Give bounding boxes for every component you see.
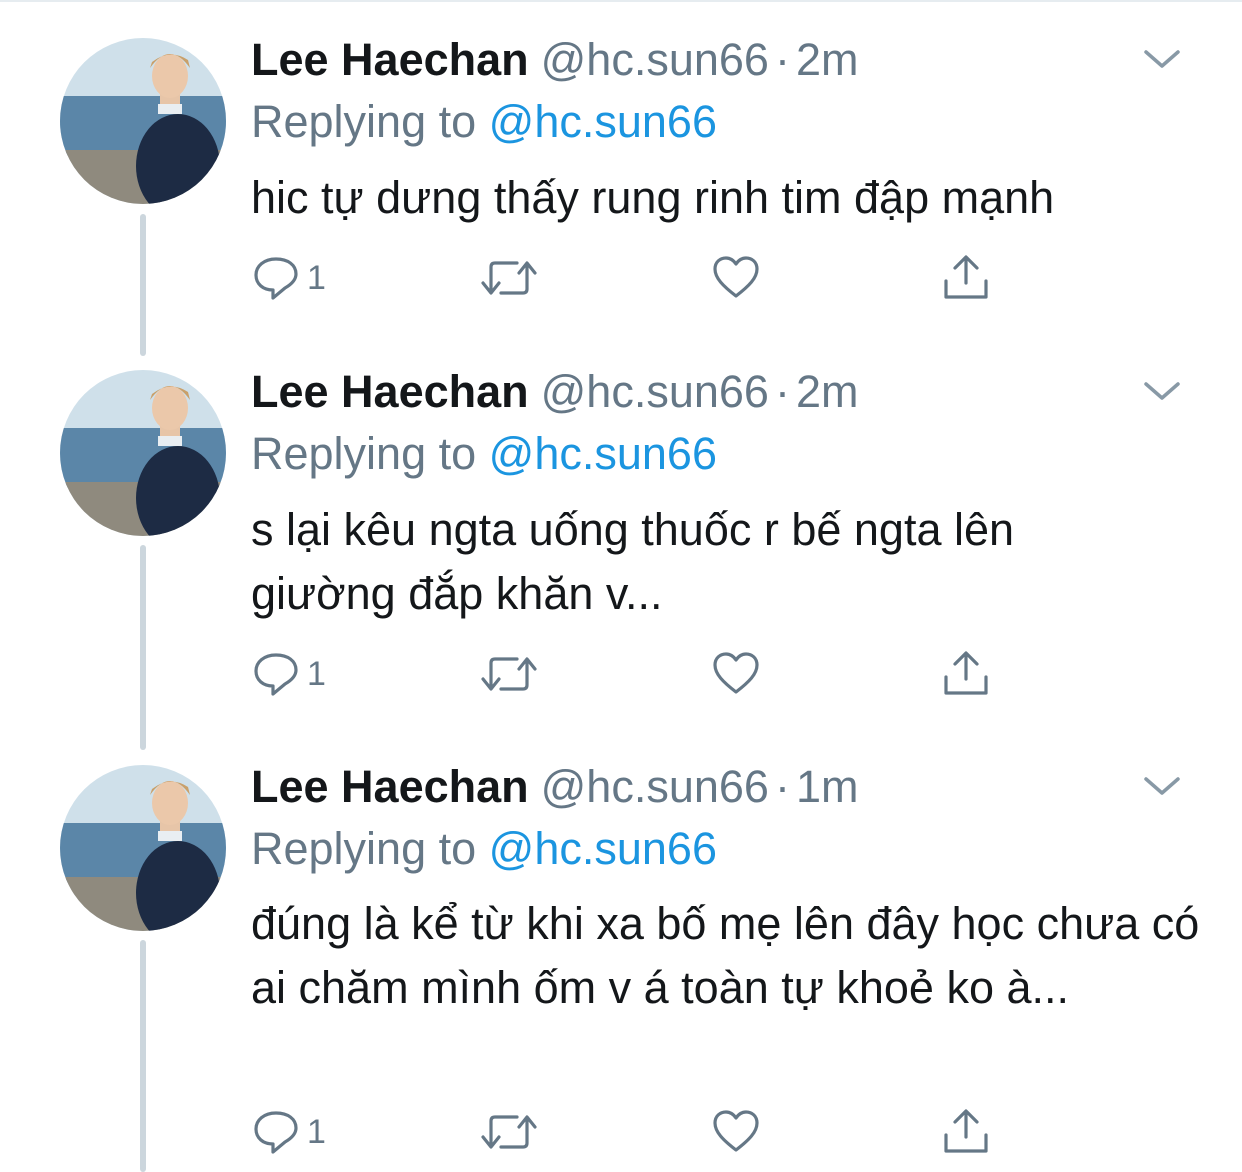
heart-icon <box>713 1110 759 1152</box>
reply-icon <box>254 653 298 696</box>
tweet[interactable]: Lee Haechan @hc.sun66 · 1m Replying to @hc.… <box>0 740 1242 1172</box>
retweet-icon <box>481 261 537 295</box>
chevron-down-icon[interactable] <box>1140 771 1184 801</box>
retweet-button[interactable] <box>479 248 539 308</box>
display-name[interactable]: Lee Haechan <box>251 761 529 812</box>
avatar-image <box>60 765 226 931</box>
avatar-image <box>60 370 226 536</box>
reply-icon <box>254 257 298 300</box>
reply-button[interactable]: 1 <box>251 1102 326 1162</box>
chevron-down-icon[interactable] <box>1140 376 1184 406</box>
timestamp[interactable]: 1m <box>796 761 859 812</box>
replying-to: Replying to @hc.sun66 <box>251 97 717 147</box>
like-button[interactable] <box>711 248 761 308</box>
tweet-actions: 1 <box>251 644 1011 704</box>
tweet-actions: 1 <box>251 248 1011 308</box>
reply-icon <box>254 1111 298 1154</box>
avatar[interactable] <box>60 370 226 536</box>
avatar[interactable] <box>60 38 226 204</box>
tweet-text: hic tự dưng thấy rung rinh tim đập mạnh <box>251 172 1055 223</box>
user-handle[interactable]: @hc.sun66 <box>541 34 769 85</box>
reply-button[interactable]: 1 <box>251 248 326 308</box>
share-icon <box>944 255 988 299</box>
tweet-header: Lee Haechan @hc.sun66 · 1m <box>251 762 858 812</box>
share-icon <box>944 651 988 695</box>
reply-count: 1 <box>307 654 326 693</box>
user-handle[interactable]: @hc.sun66 <box>541 366 769 417</box>
share-icon <box>944 1109 988 1153</box>
retweet-button[interactable] <box>479 644 539 704</box>
chevron-down-icon[interactable] <box>1140 44 1184 74</box>
replying-to-label: Replying to <box>251 96 477 147</box>
timestamp[interactable]: 2m <box>796 34 859 85</box>
timestamp[interactable]: 2m <box>796 366 859 417</box>
share-button[interactable] <box>941 1102 991 1162</box>
reply-count: 1 <box>307 1112 326 1151</box>
mention-link[interactable]: @hc.sun66 <box>489 96 717 147</box>
separator-dot: · <box>774 366 790 417</box>
heart-icon <box>713 256 759 298</box>
share-button[interactable] <box>941 248 991 308</box>
reply-count: 1 <box>307 258 326 297</box>
tweet-header: Lee Haechan @hc.sun66 · 2m <box>251 367 858 417</box>
tweet[interactable]: Lee Haechan @hc.sun66 · 2m Replying to @hc.… <box>0 340 1242 740</box>
replying-to-label: Replying to <box>251 428 477 479</box>
replying-to: Replying to @hc.sun66 <box>251 824 717 874</box>
tweet[interactable]: Lee Haechan @hc.sun66 · 2m Replying to @hc.… <box>0 0 1242 340</box>
heart-icon <box>713 652 759 694</box>
replying-to: Replying to @hc.sun66 <box>251 429 717 479</box>
avatar[interactable] <box>60 765 226 931</box>
mention-link[interactable]: @hc.sun66 <box>489 823 717 874</box>
mention-link[interactable]: @hc.sun66 <box>489 428 717 479</box>
like-button[interactable] <box>711 1102 761 1162</box>
user-handle[interactable]: @hc.sun66 <box>541 761 769 812</box>
replying-to-label: Replying to <box>251 823 477 874</box>
tweet-header: Lee Haechan @hc.sun66 · 2m <box>251 35 858 85</box>
share-button[interactable] <box>941 644 991 704</box>
retweet-icon <box>481 1115 537 1149</box>
tweet-text: đúng là kể từ khi xa bố mẹ lên đây học c… <box>251 898 1200 1013</box>
like-button[interactable] <box>711 644 761 704</box>
reply-button[interactable]: 1 <box>251 644 326 704</box>
tweet-actions: 1 <box>251 1102 1011 1162</box>
separator-dot: · <box>774 34 790 85</box>
tweet-text: s lại kêu ngta uống thuốc r bế ngta lên … <box>251 504 1015 619</box>
avatar-image <box>60 38 226 204</box>
retweet-button[interactable] <box>479 1102 539 1162</box>
separator-dot: · <box>774 761 790 812</box>
display-name[interactable]: Lee Haechan <box>251 366 529 417</box>
retweet-icon <box>481 657 537 691</box>
display-name[interactable]: Lee Haechan <box>251 34 529 85</box>
